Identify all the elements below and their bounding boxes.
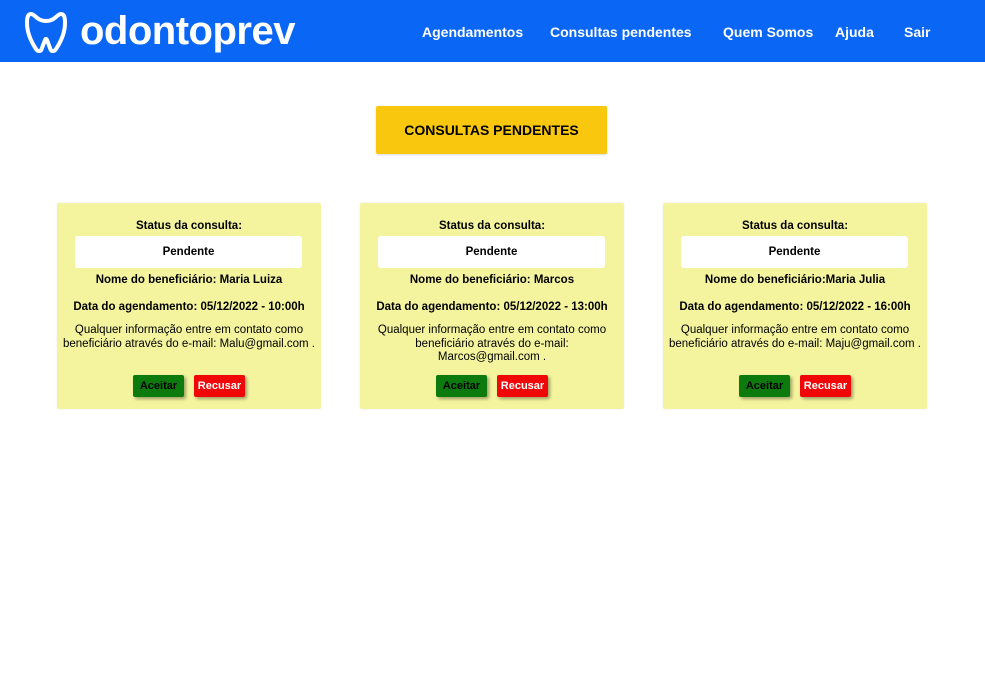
appointment-card: Status da consulta: Pendente Nome do ben…: [57, 203, 321, 409]
top-navbar: odontoprev Agendamentos Consultas penden…: [0, 0, 985, 62]
refuse-button[interactable]: Recusar: [497, 375, 548, 397]
status-label: Status da consulta:: [438, 220, 546, 232]
appointment-card: Status da consulta: Pendente Nome do ben…: [360, 203, 624, 409]
page-title: CONSULTAS PENDENTES: [376, 106, 607, 154]
beneficiary-name: Nome do beneficiário: Marcos: [409, 274, 575, 286]
appointment-date: Data do agendamento: 05/12/2022 - 16:00h: [679, 301, 911, 313]
beneficiary-name: Nome do beneficiário:Maria Julia: [704, 274, 886, 286]
tooth-icon: [25, 12, 67, 53]
accept-button[interactable]: Aceitar: [133, 375, 184, 397]
appointment-date: Data do agendamento: 05/12/2022 - 10:00h: [73, 301, 305, 313]
nav-consultas-pendentes[interactable]: Consultas pendentes: [550, 24, 692, 40]
accept-button[interactable]: Aceitar: [436, 375, 487, 397]
contact-info: Qualquer informação entre em contato com…: [669, 324, 921, 350]
status-value: Pendente: [681, 236, 908, 268]
brand-logo[interactable]: odontoprev: [24, 8, 295, 54]
appointment-card: Status da consulta: Pendente Nome do ben…: [663, 203, 927, 409]
status-value: Pendente: [378, 236, 605, 268]
status-value: Pendente: [75, 236, 302, 268]
beneficiary-name: Nome do beneficiário: Maria Luiza: [95, 274, 283, 286]
nav-quem-somos[interactable]: Quem Somos: [723, 24, 813, 40]
status-label: Status da consulta:: [741, 220, 849, 232]
brand-name: odontoprev: [80, 9, 295, 53]
card-actions: Aceitar Recusar: [57, 375, 321, 397]
card-actions: Aceitar Recusar: [360, 375, 624, 397]
contact-info: Qualquer informação entre em contato com…: [63, 324, 315, 350]
refuse-button[interactable]: Recusar: [800, 375, 851, 397]
contact-info: Qualquer informação entre em contato com…: [377, 324, 607, 363]
nav-ajuda[interactable]: Ajuda: [835, 24, 874, 40]
accept-button[interactable]: Aceitar: [739, 375, 790, 397]
refuse-button[interactable]: Recusar: [194, 375, 245, 397]
nav-agendamentos[interactable]: Agendamentos: [422, 24, 523, 40]
nav-sair[interactable]: Sair: [904, 24, 930, 40]
appointment-date: Data do agendamento: 05/12/2022 - 13:00h: [376, 301, 608, 313]
card-actions: Aceitar Recusar: [663, 375, 927, 397]
status-label: Status da consulta:: [135, 220, 243, 232]
